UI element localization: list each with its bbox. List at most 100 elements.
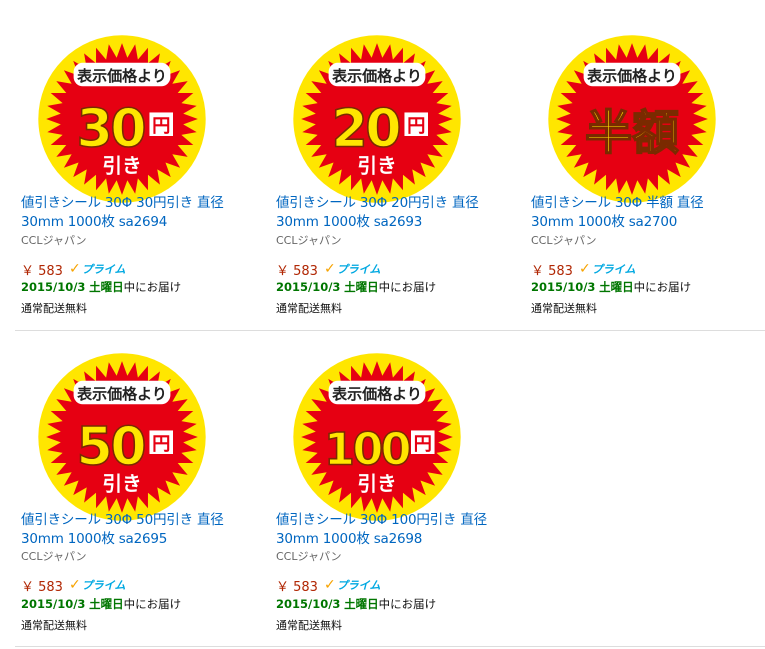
product-image[interactable]: 表示価格より 20 円引き: [292, 34, 461, 203]
delivery-date: 2015/10/3: [531, 280, 596, 294]
discount-sticker-image[interactable]: 表示価格より 30 円引き: [37, 34, 207, 204]
delivery-info: 2015/10/3 土曜日中にお届け: [276, 280, 436, 294]
svg-text:引き: 引き: [102, 155, 141, 178]
product-image[interactable]: 表示価格より 50 円引き: [37, 352, 206, 521]
prime-badge: ✓ プライム: [324, 261, 381, 277]
prime-label: プライム: [336, 579, 381, 592]
delivery-date: 2015/10/3: [276, 597, 341, 611]
delivery-info: 2015/10/3 土曜日中にお届け: [276, 597, 436, 611]
delivery-date: 2015/10/3: [276, 280, 341, 294]
product-title-link[interactable]: 値引きシール 30Φ 30円引き 直径 30mm 1000枚 sa2694: [21, 194, 266, 232]
discount-sticker-image[interactable]: 表示価格より半額: [547, 34, 717, 204]
product-brand: CCLジャパン: [21, 550, 87, 563]
svg-text:引き: 引き: [102, 473, 141, 496]
product-title-line2: 30mm 1000枚 sa2695: [21, 531, 168, 547]
delivery-suffix: 中にお届け: [123, 597, 182, 611]
price-row: ￥ 583 ✓ プライム: [21, 260, 126, 279]
product-price: ￥ 583: [21, 263, 63, 279]
delivery-suffix: 中にお届け: [378, 597, 437, 611]
prime-label: プライム: [81, 579, 126, 592]
discount-sticker-image[interactable]: 表示価格より 20 円引き: [292, 34, 462, 204]
product-price: ￥ 583: [276, 263, 318, 279]
shipping-info: 通常配送無料: [21, 619, 87, 632]
svg-text:円: 円: [152, 434, 170, 455]
svg-text:表示価格より: 表示価格より: [332, 385, 422, 403]
prime-check-icon: ✓: [68, 261, 81, 277]
prime-badge: ✓ プライム: [69, 261, 126, 277]
delivery-day: 土曜日: [344, 597, 379, 611]
svg-text:100: 100: [324, 424, 410, 475]
shipping-info: 通常配送無料: [531, 302, 597, 315]
price-row: ￥ 583 ✓ プライム: [531, 260, 636, 279]
row-divider: [15, 646, 765, 647]
price-row: ￥ 583 ✓ プライム: [276, 260, 381, 279]
product-title-line1: 値引きシール 30Φ 100円引き 直径: [276, 512, 487, 528]
product-brand: CCLジャパン: [21, 234, 87, 247]
prime-badge: ✓ プライム: [69, 577, 126, 593]
delivery-suffix: 中にお届け: [123, 280, 182, 294]
svg-text:表示価格より: 表示価格より: [332, 67, 422, 85]
delivery-day: 土曜日: [599, 280, 634, 294]
svg-text:30: 30: [76, 98, 144, 159]
prime-check-icon: ✓: [68, 577, 81, 593]
prime-label: プライム: [591, 263, 636, 276]
product-title-line2: 30mm 1000枚 sa2698: [276, 531, 423, 547]
svg-text:表示価格より: 表示価格より: [77, 385, 167, 403]
product-title-link[interactable]: 値引きシール 30Φ 半額 直径 30mm 1000枚 sa2700: [531, 194, 765, 232]
delivery-suffix: 中にお届け: [378, 280, 437, 294]
shipping-info: 通常配送無料: [276, 302, 342, 315]
discount-sticker-image[interactable]: 表示価格より 100 円引き: [292, 352, 462, 522]
product-title-line1: 値引きシール 30Φ 50円引き 直径: [21, 512, 224, 528]
prime-label: プライム: [336, 263, 381, 276]
shipping-info: 通常配送無料: [21, 302, 87, 315]
product-title-link[interactable]: 値引きシール 30Φ 20円引き 直径 30mm 1000枚 sa2693: [276, 194, 521, 232]
delivery-date: 2015/10/3: [21, 597, 86, 611]
delivery-day: 土曜日: [89, 597, 124, 611]
svg-text:引き: 引き: [357, 473, 396, 496]
product-title-line1: 値引きシール 30Φ 20円引き 直径: [276, 195, 479, 211]
prime-check-icon: ✓: [323, 261, 336, 277]
product-price: ￥ 583: [531, 263, 573, 279]
product-title-link[interactable]: 値引きシール 30Φ 50円引き 直径 30mm 1000枚 sa2695: [21, 511, 266, 549]
prime-badge: ✓ プライム: [579, 261, 636, 277]
product-image[interactable]: 表示価格より 半額: [547, 34, 716, 203]
product-title-line1: 値引きシール 30Φ 半額 直径: [531, 195, 704, 211]
svg-text:表示価格より: 表示価格より: [587, 67, 677, 85]
delivery-suffix: 中にお届け: [633, 280, 692, 294]
product-title-line2: 30mm 1000枚 sa2693: [276, 214, 423, 230]
svg-text:半額: 半額: [585, 106, 679, 161]
svg-text:引き: 引き: [357, 155, 396, 178]
product-title-link[interactable]: 値引きシール 30Φ 100円引き 直径 30mm 1000枚 sa2698: [276, 511, 521, 549]
shipping-info: 通常配送無料: [276, 619, 342, 632]
product-title-line2: 30mm 1000枚 sa2700: [531, 214, 678, 230]
search-results-grid: 表示価格より 30 円引き 値引きシール 30Φ 30円引き 直径 30mm 100…: [0, 0, 765, 649]
price-row: ￥ 583 ✓ プライム: [21, 576, 126, 595]
discount-sticker-image[interactable]: 表示価格より 50 円引き: [37, 352, 207, 522]
product-brand: CCLジャパン: [531, 234, 597, 247]
delivery-info: 2015/10/3 土曜日中にお届け: [531, 280, 691, 294]
prime-check-icon: ✓: [323, 577, 336, 593]
product-image[interactable]: 表示価格より 100 円引き: [292, 352, 461, 521]
delivery-day: 土曜日: [344, 280, 379, 294]
price-row: ￥ 583 ✓ プライム: [276, 576, 381, 595]
svg-text:50: 50: [76, 416, 144, 477]
svg-text:円: 円: [152, 116, 170, 137]
prime-label: プライム: [81, 263, 126, 276]
product-brand: CCLジャパン: [276, 550, 342, 563]
prime-badge: ✓ プライム: [324, 577, 381, 593]
delivery-info: 2015/10/3 土曜日中にお届け: [21, 280, 181, 294]
svg-text:円: 円: [407, 116, 425, 137]
product-price: ￥ 583: [276, 579, 318, 595]
product-image[interactable]: 表示価格より 30 円引き: [37, 34, 206, 203]
svg-text:円: 円: [414, 434, 432, 455]
delivery-info: 2015/10/3 土曜日中にお届け: [21, 597, 181, 611]
delivery-date: 2015/10/3: [21, 280, 86, 294]
prime-check-icon: ✓: [578, 261, 591, 277]
product-title-line2: 30mm 1000枚 sa2694: [21, 214, 168, 230]
product-brand: CCLジャパン: [276, 234, 342, 247]
svg-text:表示価格より: 表示価格より: [77, 67, 167, 85]
delivery-day: 土曜日: [89, 280, 124, 294]
svg-text:20: 20: [331, 98, 399, 159]
product-price: ￥ 583: [21, 579, 63, 595]
row-divider: [15, 330, 765, 331]
